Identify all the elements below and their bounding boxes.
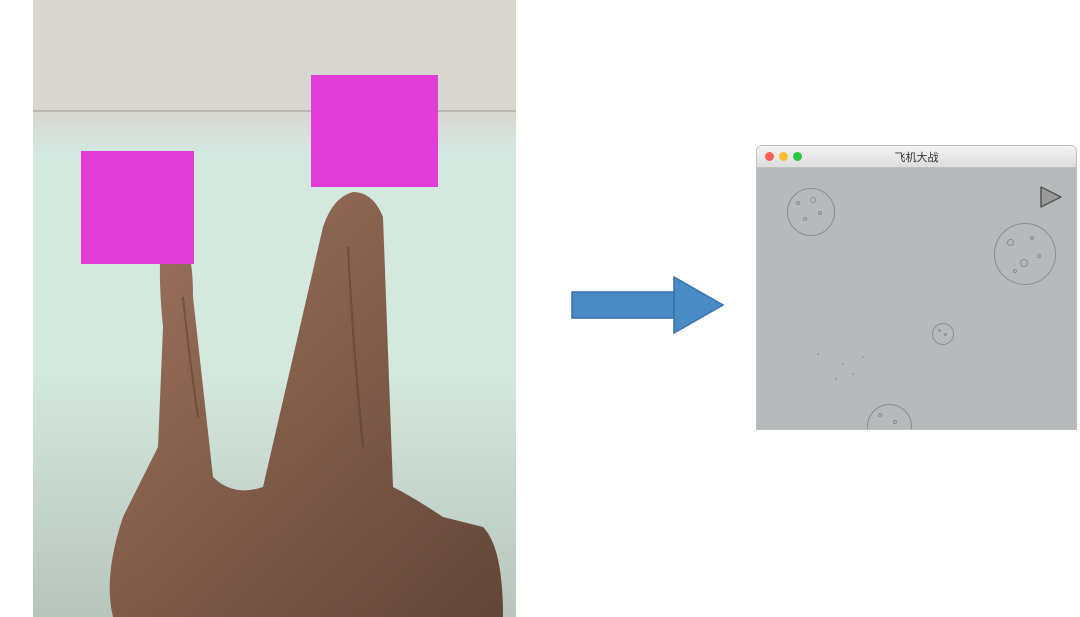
game-window: 飞机大战 [756, 145, 1077, 430]
photo-background [33, 0, 516, 617]
asteroid-4 [867, 404, 912, 430]
tracker-box-2 [311, 75, 438, 187]
debris-dot [862, 356, 864, 358]
hand-gesture-photo [33, 0, 516, 617]
debris-dot [835, 378, 837, 380]
asteroid-2 [994, 223, 1056, 285]
window-traffic-lights [757, 152, 802, 161]
arrow-icon [570, 275, 725, 335]
asteroid-1 [787, 188, 835, 236]
window-title: 飞机大战 [895, 149, 939, 165]
debris-dot [852, 373, 854, 375]
player-ship-icon [1038, 184, 1064, 210]
asteroid-3 [932, 323, 954, 345]
window-titlebar[interactable]: 飞机大战 [757, 146, 1076, 168]
maximize-button[interactable] [793, 152, 802, 161]
game-canvas[interactable] [757, 168, 1076, 429]
debris-dot [842, 363, 844, 365]
minimize-button[interactable] [779, 152, 788, 161]
close-button[interactable] [765, 152, 774, 161]
debris-dot [817, 353, 819, 355]
tracker-box-1 [81, 151, 194, 264]
